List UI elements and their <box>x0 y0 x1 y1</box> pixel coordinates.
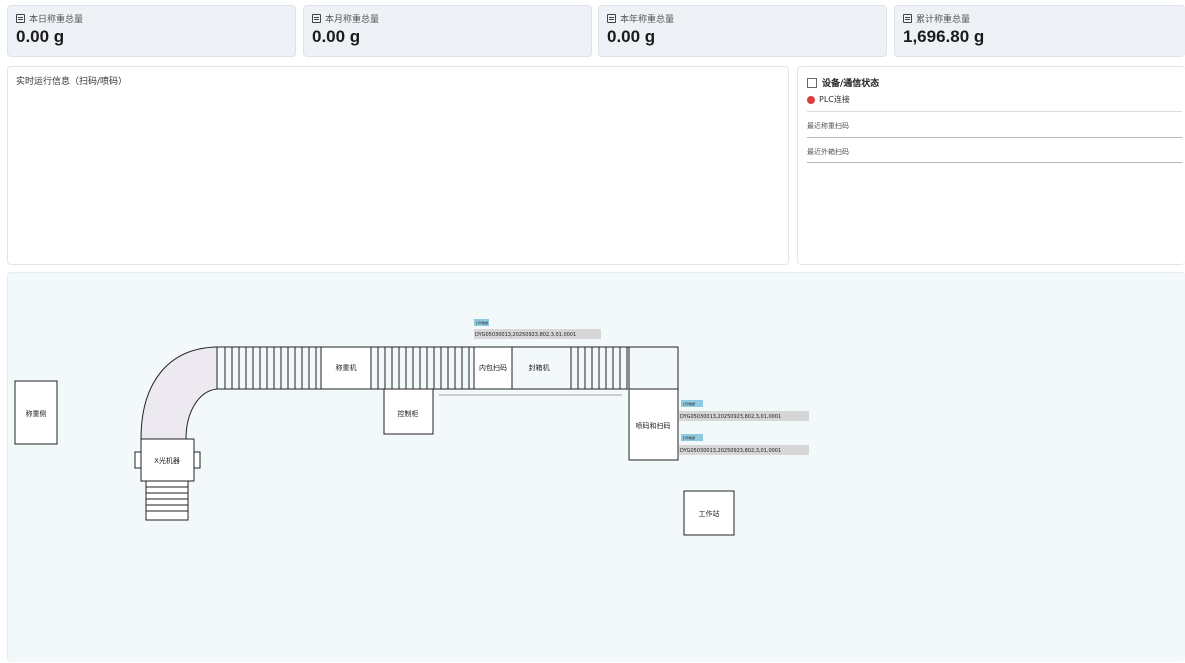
plc-status: PLC连接 <box>807 94 850 105</box>
stat-label: 本月称重总量 <box>325 14 380 25</box>
code-top-text: DYG05030013,20250923,802,3,01,0001 <box>475 332 576 338</box>
stat-card-day: 本日称重总量 0.00 g <box>7 5 296 57</box>
roller-segment-1 <box>224 347 317 389</box>
weigher-label: 称重机 <box>336 363 357 372</box>
code-tag-top-badge-text: 打印数据 <box>476 320 488 325</box>
code-right-1-text: DYG05030013,20250923,802,3,01,0001 <box>680 414 781 420</box>
stat-label: 本日称重总量 <box>29 14 84 25</box>
code-tag-right-2-badge-text: 打印数据 <box>683 435 695 440</box>
calendar-icon <box>16 13 25 23</box>
line-layout-svg: 称重侧 X光机器 称重机 控制柜 内包扫码 封箱机 喷码和扫码 工作站 打印数据… <box>14 319 809 536</box>
recent-weigh-scan-row: 最近称重扫码 <box>807 111 1182 137</box>
turn-block <box>628 346 679 390</box>
status-header: 设备/通信状态 <box>807 76 879 89</box>
production-line-diagram: 称重侧 X光机器 称重机 控制柜 内包扫码 封箱机 喷码和扫码 工作站 打印数据… <box>7 272 1185 662</box>
panel-title: 设备/通信状态 <box>822 79 880 89</box>
device-status-panel: 设备/通信状态 PLC连接 最近称重扫码 最近外箱扫码 <box>797 66 1185 265</box>
stat-card-month: 本月称重总量 0.00 g <box>303 5 592 57</box>
recent-box-scan-row: 最近外箱扫码 <box>807 137 1182 163</box>
stat-value: 0.00 g <box>16 27 65 46</box>
weigh-side-label: 称重侧 <box>26 409 47 418</box>
code-tag-right-1-badge-text: 打印数据 <box>683 401 695 406</box>
realtime-info-panel: 实时运行信息（扫码/喷码） <box>7 66 789 265</box>
inner-scan-label: 内包扫码 <box>479 363 507 372</box>
list-icon <box>312 13 321 23</box>
status-dot-icon <box>807 95 815 104</box>
status-checkbox[interactable] <box>807 77 817 88</box>
panel-title: 实时运行信息（扫码/喷码） <box>16 77 128 87</box>
stats-bar: 本日称重总量 0.00 g 本月称重总量 0.00 g 本年称重总量 0.00 … <box>7 5 1185 57</box>
recent-box-scan-label: 最近外箱扫码 <box>807 148 849 156</box>
xray-roller-stack <box>145 480 189 521</box>
stat-value: 0.00 g <box>312 27 361 46</box>
plc-label: PLC连接 <box>819 95 850 104</box>
spray-scan-label: 喷码和扫码 <box>636 421 671 430</box>
stat-label: 累计称重总量 <box>916 14 971 25</box>
stat-value: 0.00 g <box>607 27 656 46</box>
code-right-2-text: DYG05030013,20250923,802,3,01,0001 <box>680 448 781 454</box>
xray-right-flap <box>193 451 201 469</box>
control-cabinet-label: 控制柜 <box>398 409 419 418</box>
stat-card-total: 累计称重总量 1,696.80 g <box>894 5 1185 57</box>
roller-segment-3 <box>570 347 628 389</box>
sealer-label: 封箱机 <box>529 363 550 372</box>
roller-segment-2 <box>377 347 470 389</box>
workstation-label: 工作站 <box>699 509 720 518</box>
stat-value: 1,696.80 g <box>903 27 985 46</box>
xray-label: X光机器 <box>154 456 180 465</box>
clipboard-icon <box>903 13 912 23</box>
stat-card-year: 本年称重总量 0.00 g <box>598 5 887 57</box>
document-icon <box>607 13 616 23</box>
stat-label: 本年称重总量 <box>620 14 675 25</box>
xray-left-flap <box>134 451 142 469</box>
recent-weigh-scan-label: 最近称重扫码 <box>807 122 849 130</box>
